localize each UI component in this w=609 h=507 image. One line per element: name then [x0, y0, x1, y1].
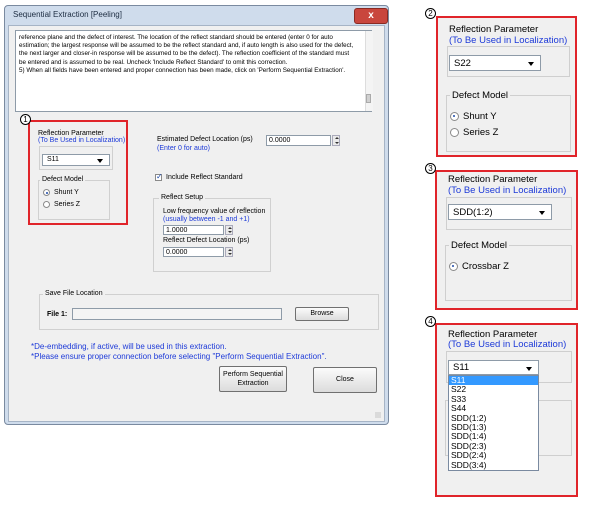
callout-2-badge: 2: [425, 8, 436, 19]
estimated-defect-label: Estimated Defect Location (ps): [157, 136, 253, 143]
panel2-shunt-y-radio[interactable]: [450, 112, 459, 121]
dropdown-option[interactable]: SDD(3:4): [449, 460, 538, 470]
panel2-series-z-radio[interactable]: [450, 128, 459, 137]
callout-4-badge: 4: [425, 316, 436, 327]
instructions-text: reference plane and the defect of intere…: [19, 34, 354, 74]
scrollbar-thumb[interactable]: [366, 94, 371, 103]
close-button[interactable]: Close: [313, 367, 377, 393]
panel3-defect-group: [445, 245, 572, 301]
panel3-param-select[interactable]: SDD(1:2): [448, 204, 552, 220]
panel-3: Reflection Parameter (To Be Used in Loca…: [435, 170, 578, 310]
callout-1-badge: 1: [20, 114, 31, 125]
panel3-crossbar-z-label: Crossbar Z: [462, 261, 509, 272]
dialog-title: Sequential Extraction [Peeling]: [13, 10, 122, 19]
title-bar: Sequential Extraction [Peeling] x: [5, 6, 388, 24]
de-embedding-note: *De-embedding, if active, will be used i…: [31, 342, 227, 351]
panel3-crossbar-z-radio[interactable]: [449, 262, 458, 271]
file-1-label: File 1:: [47, 311, 68, 318]
panel4-param-sublabel: (To Be Used in Localization): [448, 339, 567, 350]
browse-button[interactable]: Browse: [295, 307, 349, 321]
callout-3-badge: 3: [425, 163, 436, 174]
chevron-down-icon: [528, 62, 534, 66]
file-1-path-input[interactable]: [72, 308, 282, 320]
panel2-defect-label: Defect Model: [450, 90, 510, 101]
estimated-defect-spinner[interactable]: [332, 135, 340, 146]
lf-reflection-hint: (usually between -1 and +1): [163, 216, 250, 223]
panel2-param-label: Reflection Parameter: [449, 24, 539, 35]
panel4-dropdown-list[interactable]: S11 S22 S33 S44 SDD(1:2) SDD(1:3) SDD(1:…: [448, 375, 539, 471]
connection-note: *Please ensure proper connection before …: [31, 352, 327, 361]
panel2-param-select[interactable]: S22: [449, 55, 541, 71]
window-close-button[interactable]: x: [354, 8, 388, 24]
reflect-defect-location-label: Reflect Defect Location (ps): [163, 237, 250, 244]
callout-1-highlight: [28, 120, 128, 225]
panel2-param-sublabel: (To Be Used in Localization): [449, 35, 568, 46]
panel2-series-z-label: Series Z: [463, 127, 499, 138]
panel2-shunt-y-label: Shunt Y: [463, 111, 497, 122]
estimated-defect-hint: (Enter 0 for auto): [157, 145, 210, 152]
include-reflect-label: Include Reflect Standard: [166, 174, 243, 181]
panel4-param-select[interactable]: S11: [448, 360, 539, 375]
reflect-setup-label: Reflect Setup: [159, 194, 206, 201]
panel-4: Reflection Parameter (To Be Used in Loca…: [435, 323, 578, 497]
lf-reflection-label: Low frequency value of reflection: [163, 208, 266, 215]
resize-grip-icon[interactable]: [375, 412, 381, 418]
include-reflect-checkbox[interactable]: [155, 172, 163, 181]
panel-2: Reflection Parameter (To Be Used in Loca…: [436, 16, 577, 157]
panel3-param-sublabel: (To Be Used in Localization): [448, 185, 567, 196]
panel2-defect-group: [446, 95, 571, 152]
lf-reflection-spinner[interactable]: [225, 225, 233, 235]
save-file-label: Save File Location: [43, 290, 105, 297]
estimated-defect-input[interactable]: 0.0000: [266, 135, 331, 146]
instructions-textbox[interactable]: reference plane and the defect of intere…: [15, 30, 372, 112]
reflect-defect-location-spinner[interactable]: [225, 247, 233, 257]
lf-reflection-input[interactable]: 1.0000: [163, 225, 224, 235]
chevron-down-icon: [539, 211, 545, 215]
chevron-down-icon: [526, 367, 532, 371]
reflect-defect-location-input[interactable]: 0.0000: [163, 247, 224, 257]
panel3-param-label: Reflection Parameter: [448, 174, 538, 185]
perform-sequential-extraction-button[interactable]: Perform Sequential Extraction: [219, 366, 287, 392]
panel3-defect-label: Defect Model: [449, 240, 509, 251]
